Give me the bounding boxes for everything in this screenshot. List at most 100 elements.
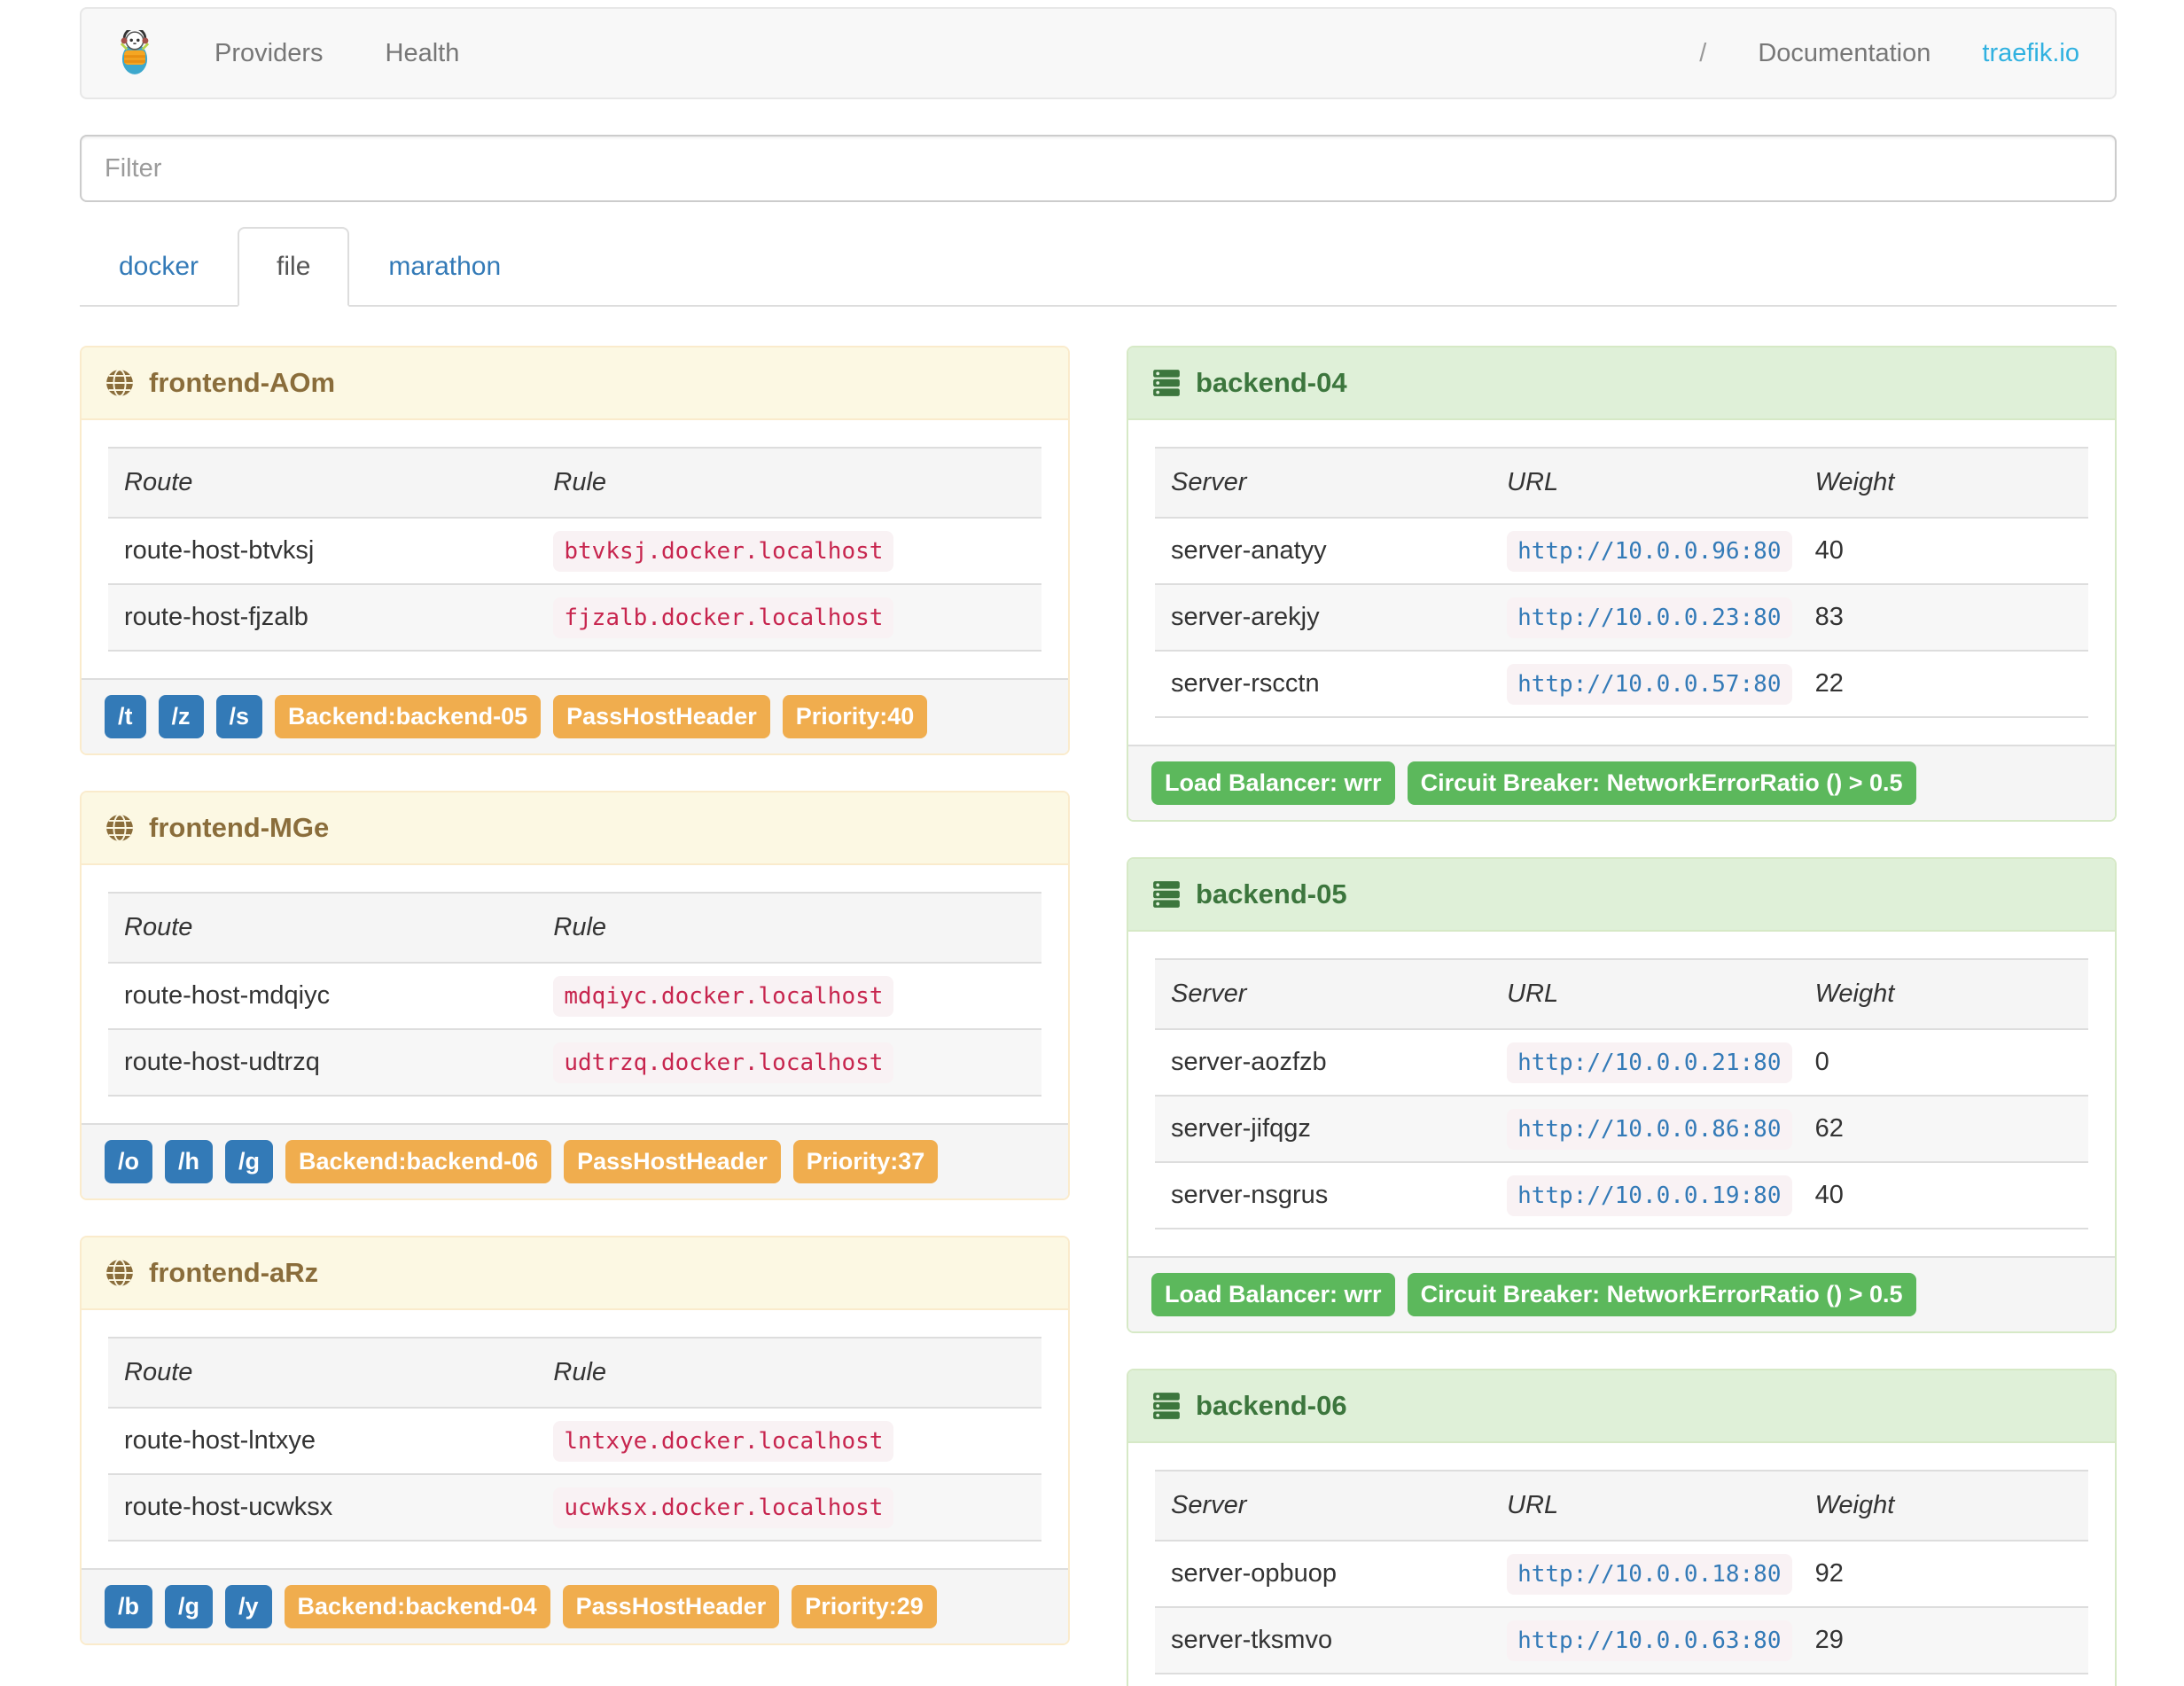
server-name: server-arekjy: [1155, 583, 1492, 651]
weight-value: 29: [1798, 1606, 2088, 1674]
frontend-card-body: Route Rule route-host-mdqiyc mdqiyc.dock…: [82, 865, 1068, 1123]
server-name: server-aozfzb: [1155, 1028, 1492, 1096]
column-header-rule: Rule: [537, 892, 1041, 964]
table-row: server-tksmvo http://10.0.0.63:80 29: [1155, 1606, 2088, 1674]
url-cell: http://10.0.0.21:80: [1491, 1028, 1799, 1096]
table-row: route-host-lntxye lntxye.docker.localhos…: [108, 1407, 1041, 1474]
nav-link-health[interactable]: Health: [386, 39, 460, 68]
nav-link-traefik-io[interactable]: traefik.io: [1982, 39, 2079, 68]
weight-value: 22: [1798, 650, 2088, 718]
rule-value: udtrzq.docker.localhost: [553, 1042, 894, 1083]
table-row: server-nsgrus http://10.0.0.19:80 40: [1155, 1161, 2088, 1229]
traefik-dashboard-page: Providers Health / Documentation traefik…: [0, 0, 2184, 1686]
weight-value: 40: [1798, 517, 2088, 584]
route-path-badge: /g: [165, 1585, 213, 1628]
servers-table: Server URL Weight server-aozfzb http://1…: [1155, 958, 2088, 1229]
backend-card-body: Server URL Weight server-aozfzb http://1…: [1128, 932, 2115, 1256]
globe-icon: [105, 368, 135, 398]
url-value: http://10.0.0.21:80: [1507, 1042, 1792, 1083]
routes-table: Route Rule route-host-mdqiyc mdqiyc.dock…: [108, 892, 1041, 1097]
route-name: route-host-ucwksx: [108, 1473, 538, 1542]
backend-title: backend-06: [1196, 1390, 1347, 1421]
frontend-card-arz: frontend-aRz Route Rule route-host-lntxy…: [80, 1236, 1070, 1645]
backend-card-06: backend-06 Server URL Weight server-opbu…: [1127, 1369, 2117, 1686]
frontends-column: frontend-AOm Route Rule route-host-btvks…: [80, 346, 1070, 1645]
tab-marathon[interactable]: marathon: [349, 227, 540, 307]
navbar: Providers Health / Documentation traefik…: [80, 7, 2117, 99]
weight-value: 40: [1798, 1161, 2088, 1229]
passhostheader-badge: PassHostHeader: [562, 1585, 780, 1628]
server-stack-icon: [1151, 368, 1182, 398]
route-path-badge: /t: [105, 695, 146, 738]
rule-cell: ucwksx.docker.localhost: [537, 1473, 1041, 1542]
table-header-row: Server URL Weight: [1155, 1470, 2088, 1542]
filter-input[interactable]: [80, 135, 2117, 202]
servers-table: Server URL Weight server-anatyy http://1…: [1155, 447, 2088, 718]
url-cell: http://10.0.0.57:80: [1491, 650, 1799, 718]
url-value: http://10.0.0.86:80: [1507, 1109, 1792, 1150]
weight-value: 57: [1798, 1673, 2088, 1686]
rule-value: btvksj.docker.localhost: [553, 531, 894, 572]
backend-ref-badge: Backend:backend-05: [275, 695, 542, 738]
route-name: route-host-mdqiyc: [108, 962, 538, 1029]
column-header-weight: Weight: [1798, 447, 2088, 519]
url-cell: http://10.0.0.92:80: [1491, 1673, 1799, 1686]
table-row: server-aozfzb http://10.0.0.21:80 0: [1155, 1028, 2088, 1096]
nav-link-documentation[interactable]: Documentation: [1758, 39, 1930, 68]
table-header-row: Server URL Weight: [1155, 958, 2088, 1030]
column-header-url: URL: [1491, 447, 1799, 519]
route-path-badge: /y: [225, 1585, 272, 1628]
table-header-row: Route Rule: [108, 1337, 1041, 1409]
table-row: route-host-mdqiyc mdqiyc.docker.localhos…: [108, 962, 1041, 1029]
weight-value: 92: [1798, 1540, 2088, 1607]
rule-value: mdqiyc.docker.localhost: [553, 976, 894, 1017]
servers-table: Server URL Weight server-opbuop http://1…: [1155, 1470, 2088, 1686]
table-row: route-host-ucwksx ucwksx.docker.localhos…: [108, 1473, 1041, 1542]
server-name: server-rscctn: [1155, 650, 1492, 718]
rule-value: ucwksx.docker.localhost: [553, 1487, 894, 1528]
column-header-rule: Rule: [537, 1337, 1041, 1409]
passhostheader-badge: PassHostHeader: [564, 1140, 781, 1183]
backend-card-header: backend-05: [1128, 859, 2115, 932]
url-cell: http://10.0.0.96:80: [1491, 517, 1799, 584]
nav-link-providers[interactable]: Providers: [214, 39, 324, 68]
backend-title: backend-05: [1196, 878, 1347, 909]
route-name: route-host-fjzalb: [108, 583, 538, 652]
rule-cell: lntxye.docker.localhost: [537, 1407, 1041, 1474]
route-path-badge: /o: [105, 1140, 152, 1183]
backend-card-footer: Load Balancer: wrr Circuit Breaker: Netw…: [1128, 745, 2115, 820]
frontend-title: frontend-MGe: [149, 812, 330, 843]
frontend-card-mge: frontend-MGe Route Rule route-host-mdqiy…: [80, 791, 1070, 1200]
frontend-card-header: frontend-MGe: [82, 792, 1068, 865]
tab-docker[interactable]: docker: [80, 227, 238, 307]
backend-card-footer: Load Balancer: wrr Circuit Breaker: Netw…: [1128, 1256, 2115, 1331]
tab-file[interactable]: file: [238, 227, 350, 307]
routes-table: Route Rule route-host-lntxye lntxye.dock…: [108, 1337, 1041, 1542]
frontend-card-header: frontend-aRz: [82, 1237, 1068, 1310]
route-path-badge: /z: [158, 695, 204, 738]
table-row: server-rscctn http://10.0.0.57:80 22: [1155, 650, 2088, 718]
frontend-card-footer: /t /z /s Backend:backend-05 PassHostHead…: [82, 678, 1068, 753]
frontend-card-footer: /b /g /y Backend:backend-04 PassHostHead…: [82, 1568, 1068, 1643]
backend-card-04: backend-04 Server URL Weight server-anat…: [1127, 346, 2117, 822]
load-balancer-badge: Load Balancer: wrr: [1151, 1273, 1395, 1316]
column-header-weight: Weight: [1798, 1470, 2088, 1542]
table-header-row: Route Rule: [108, 892, 1041, 964]
table-row: server-opbuop http://10.0.0.18:80 92: [1155, 1540, 2088, 1607]
traefik-logo-icon[interactable]: [112, 30, 158, 76]
frontend-card-header: frontend-AOm: [82, 347, 1068, 420]
routes-table: Route Rule route-host-btvksj btvksj.dock…: [108, 447, 1041, 652]
url-value: http://10.0.0.63:80: [1507, 1620, 1792, 1661]
backend-card-body: Server URL Weight server-opbuop http://1…: [1128, 1443, 2115, 1686]
server-stack-icon: [1151, 879, 1182, 909]
rule-cell: btvksj.docker.localhost: [537, 517, 1041, 584]
table-header-row: Server URL Weight: [1155, 447, 2088, 519]
column-header-weight: Weight: [1798, 958, 2088, 1030]
load-balancer-badge: Load Balancer: wrr: [1151, 761, 1395, 805]
route-name: route-host-udtrzq: [108, 1028, 538, 1097]
table-row: server-jifqgz http://10.0.0.86:80 62: [1155, 1095, 2088, 1162]
priority-badge: Priority:40: [782, 695, 928, 738]
column-header-route: Route: [108, 1337, 538, 1409]
table-row: route-host-fjzalb fjzalb.docker.localhos…: [108, 583, 1041, 652]
frontend-card-body: Route Rule route-host-lntxye lntxye.dock…: [82, 1310, 1068, 1568]
